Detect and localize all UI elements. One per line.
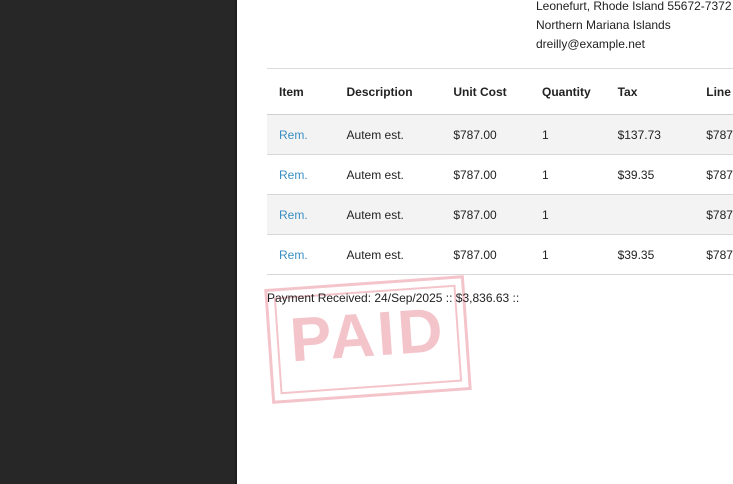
line-items-table: Item Description Unit Cost Quantity Tax … [267,68,733,275]
item-link[interactable]: Rem. [279,168,308,182]
cell-line-total: $787.( [694,114,733,155]
cell-unit-cost: $787.00 [441,234,530,275]
left-dark-panel [0,0,235,484]
cell-unit-cost: $787.00 [441,114,530,155]
cell-unit-cost: $787.00 [441,154,530,195]
header-unit-cost: Unit Cost [441,68,530,115]
cell-quantity: 1 [530,154,606,195]
address-email: dreilly@example.net [536,37,645,51]
header-description: Description [334,68,442,115]
stamp-text: PAID [287,295,448,376]
cell-line-total: $787.( [694,234,733,275]
payment-received: Payment Received: 24/Sep/2025 :: $3,836.… [267,291,520,305]
address-line-city: Leonefurt, Rhode Island 55672-7372 [536,0,732,13]
cell-item[interactable]: Rem. [267,154,335,195]
cell-unit-cost: $787.00 [441,194,530,235]
cell-item[interactable]: Rem. [267,114,335,155]
cell-line-total: $787.( [694,154,733,195]
item-link[interactable]: Rem. [279,128,308,142]
table-row: Rem. Autem est. $787.00 1 $39.35 $787.( [267,154,733,195]
cell-quantity: 1 [530,234,606,275]
cell-description: Autem est. [334,194,442,235]
cell-tax: $39.35 [605,154,695,195]
cell-quantity: 1 [530,114,606,155]
cell-quantity: 1 [530,194,606,235]
cell-tax: $137.73 [605,114,695,155]
header-item: Item [267,68,335,115]
cell-item[interactable]: Rem. [267,194,335,235]
cell-tax [605,194,695,235]
line-items-table-wrap: Item Description Unit Cost Quantity Tax … [267,68,733,275]
header-tax: Tax [605,68,695,115]
table-header-row: Item Description Unit Cost Quantity Tax … [267,68,733,115]
item-link[interactable]: Rem. [279,208,308,222]
item-link[interactable]: Rem. [279,248,308,262]
invoice-viewer: Leonefurt, Rhode Island 55672-7372 North… [0,0,733,484]
table-row: Rem. Autem est. $787.00 1 $787.( [267,194,733,235]
cell-description: Autem est. [334,154,442,195]
cell-item[interactable]: Rem. [267,234,335,275]
table-row: Rem. Autem est. $787.00 1 $39.35 $787.( [267,234,733,275]
cell-tax: $39.35 [605,234,695,275]
address-line-country: Northern Mariana Islands [536,18,671,32]
header-line-total: Line T [694,68,733,115]
invoice-document: Leonefurt, Rhode Island 55672-7372 North… [237,0,733,484]
client-address: Leonefurt, Rhode Island 55672-7372 North… [536,0,732,54]
cell-description: Autem est. [334,234,442,275]
table-row: Rem. Autem est. $787.00 1 $137.73 $787.( [267,114,733,155]
cell-line-total: $787.( [694,194,733,235]
header-quantity: Quantity [530,68,606,115]
cell-description: Autem est. [334,114,442,155]
